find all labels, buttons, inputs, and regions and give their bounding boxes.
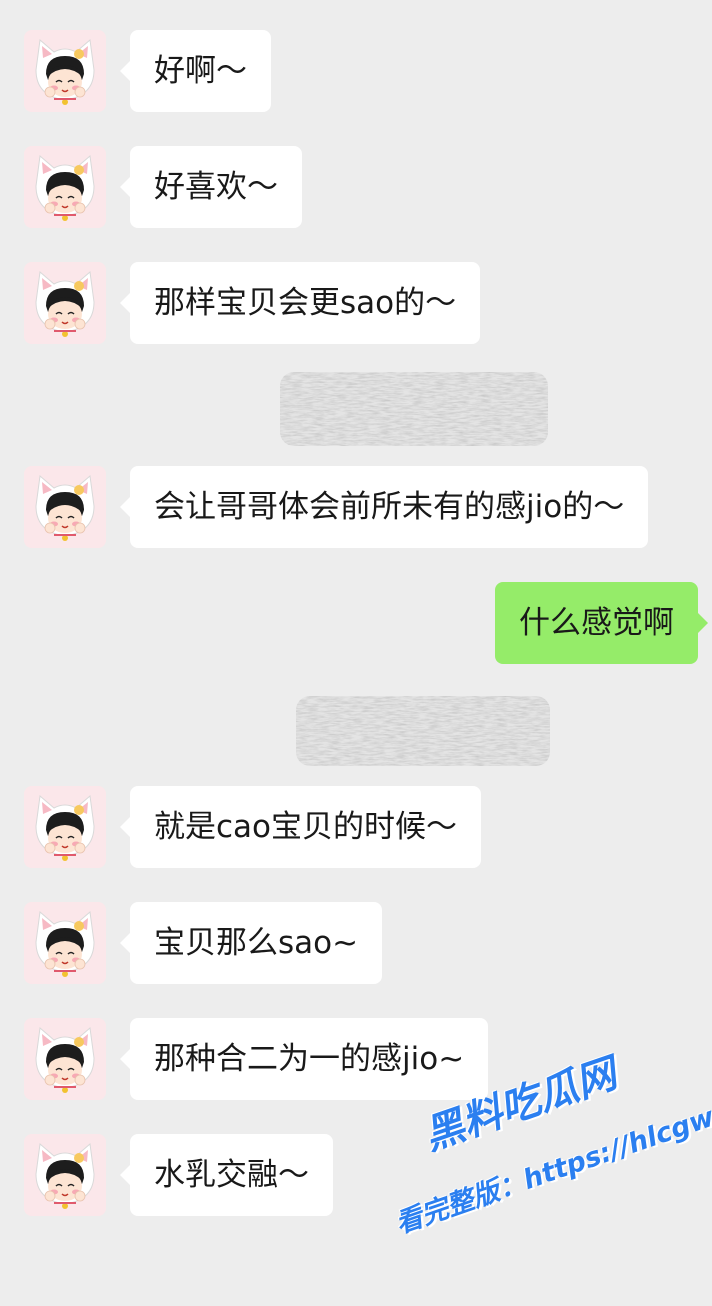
cat-hat-girl-avatar-icon — [24, 466, 106, 548]
message-row: 会让哥哥体会前所未有的感jio的～ — [0, 466, 712, 548]
incoming-message-bubble[interactable]: 好啊～ — [120, 30, 271, 112]
message-row: 那种合二为一的感jio~ — [0, 1018, 712, 1100]
contact-avatar[interactable] — [24, 1018, 106, 1100]
contact-avatar[interactable] — [24, 902, 106, 984]
redacted-system-notice — [280, 372, 548, 446]
incoming-message-bubble[interactable]: 好喜欢～ — [120, 146, 302, 228]
cat-hat-girl-avatar-icon — [24, 902, 106, 984]
message-row: 什么感觉啊 — [0, 582, 712, 664]
contact-avatar[interactable] — [24, 262, 106, 344]
message-row: 那样宝贝会更sao的～ — [0, 262, 712, 344]
message-row: 水乳交融～ — [0, 1134, 712, 1216]
message-row: 好喜欢～ — [0, 146, 712, 228]
redacted-system-notice — [296, 696, 550, 766]
cat-hat-girl-avatar-icon — [24, 1134, 106, 1216]
contact-avatar[interactable] — [24, 146, 106, 228]
contact-avatar[interactable] — [24, 1134, 106, 1216]
incoming-message-bubble[interactable]: 宝贝那么sao~ — [119, 902, 383, 984]
incoming-message-bubble[interactable]: 那样宝贝会更sao的～ — [119, 262, 481, 344]
contact-avatar[interactable] — [24, 786, 106, 868]
contact-avatar[interactable] — [24, 30, 106, 112]
message-row: 好啊～ — [0, 30, 712, 112]
message-row: 就是cao宝贝的时候～ — [0, 786, 712, 868]
cat-hat-girl-avatar-icon — [24, 786, 106, 868]
message-row: 宝贝那么sao~ — [0, 902, 712, 984]
cat-hat-girl-avatar-icon — [24, 30, 106, 112]
incoming-message-bubble[interactable]: 那种合二为一的感jio~ — [119, 1018, 489, 1100]
outgoing-message-bubble[interactable]: 什么感觉啊 — [495, 582, 708, 664]
cat-hat-girl-avatar-icon — [24, 1018, 106, 1100]
incoming-message-bubble[interactable]: 就是cao宝贝的时候～ — [119, 786, 482, 868]
cat-hat-girl-avatar-icon — [24, 146, 106, 228]
incoming-message-bubble[interactable]: 水乳交融～ — [120, 1134, 333, 1216]
contact-avatar[interactable] — [24, 466, 106, 548]
chat-view: 好啊～ 好喜欢～ 那样宝贝会更sao的～ 会让哥哥体会前所未有的感jio的～ 什… — [0, 0, 712, 1266]
cat-hat-girl-avatar-icon — [24, 262, 106, 344]
incoming-message-bubble[interactable]: 会让哥哥体会前所未有的感jio的～ — [119, 466, 649, 548]
